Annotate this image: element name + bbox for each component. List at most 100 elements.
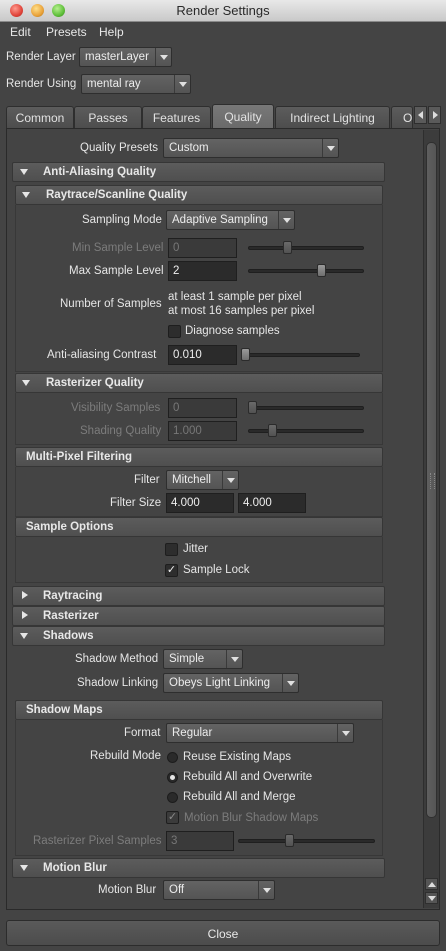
section-shadows[interactable]: Shadows — [12, 626, 385, 646]
sample-lock-label: Sample Lock — [183, 564, 250, 576]
close-button[interactable]: Close — [6, 920, 440, 946]
quality-presets-dropdown[interactable]: Custom — [163, 138, 339, 158]
diagnose-samples-label: Diagnose samples — [185, 325, 280, 337]
min-sample-level-slider[interactable] — [248, 246, 364, 250]
section-title: Sample Options — [26, 521, 114, 533]
collapse-arrow-icon — [20, 865, 28, 871]
tab-scroll-right-icon[interactable] — [428, 106, 441, 124]
shadow-linking-dropdown[interactable]: Obeys Light Linking — [163, 673, 299, 693]
format-value: Regular — [172, 727, 213, 739]
section-raytrace-scanline-quality[interactable]: Raytrace/Scanline Quality — [15, 185, 383, 205]
tab-passes[interactable]: Passes — [74, 106, 142, 128]
window-title: Render Settings — [176, 3, 270, 18]
section-sample-options: Sample Options — [15, 517, 383, 537]
menu-help[interactable]: Help — [99, 25, 124, 39]
diagnose-samples-checkbox[interactable] — [168, 325, 181, 338]
scroll-down-icon[interactable] — [425, 892, 438, 904]
number-of-samples-min-text: at least 1 sample per pixel — [168, 291, 302, 303]
sampling-mode-dropdown[interactable]: Adaptive Sampling — [166, 210, 295, 230]
section-title: Rasterizer Quality — [46, 377, 144, 389]
section-motion-blur[interactable]: Motion Blur — [12, 858, 385, 878]
shadow-method-label: Shadow Method — [75, 653, 159, 665]
number-of-samples-label: Number of Samples — [60, 298, 162, 310]
max-sample-level-field[interactable]: 2 — [168, 261, 237, 281]
tab-indirect-lighting[interactable]: Indirect Lighting — [275, 106, 390, 128]
filter-size-y-field[interactable]: 4.000 — [238, 493, 306, 513]
rebuild-mode-merge-label: Rebuild All and Merge — [183, 791, 296, 803]
format-label: Format — [124, 727, 161, 739]
render-using-label: Render Using — [6, 78, 77, 90]
min-sample-level-field[interactable]: 0 — [168, 238, 237, 258]
max-sample-level-slider-handle[interactable] — [317, 264, 326, 277]
max-sample-level-slider[interactable] — [248, 269, 364, 273]
rebuild-mode-reuse-radio[interactable] — [167, 752, 178, 763]
tab-common[interactable]: Common — [6, 106, 74, 128]
render-using-value: mental ray — [87, 78, 141, 90]
aa-contrast-field[interactable]: 0.010 — [168, 345, 237, 365]
motion-blur-shadow-maps-checkbox[interactable]: ✓ — [166, 811, 179, 824]
section-raytracing[interactable]: Raytracing — [12, 586, 385, 606]
render-layer-dropdown[interactable]: masterLayer — [79, 47, 172, 67]
section-title: Anti-Aliasing Quality — [43, 166, 157, 178]
visibility-samples-label: Visibility Samples — [71, 402, 161, 414]
tab-features[interactable]: Features — [142, 106, 211, 128]
tab-strip: Common Passes Features Quality Indirect … — [0, 104, 446, 128]
format-dropdown[interactable]: Regular — [166, 723, 354, 743]
shading-quality-slider-handle[interactable] — [268, 424, 277, 437]
rasterizer-pixel-samples-field[interactable]: 3 — [166, 831, 234, 851]
section-rasterizer-quality[interactable]: Rasterizer Quality — [15, 373, 383, 393]
section-title: Raytrace/Scanline Quality — [46, 189, 188, 201]
motion-blur-shadow-maps-label: Motion Blur Shadow Maps — [184, 812, 319, 824]
chevron-down-icon — [174, 75, 190, 93]
rasterizer-pixel-samples-slider-handle[interactable] — [285, 834, 294, 847]
min-sample-level-slider-handle[interactable] — [283, 241, 292, 254]
tab-scroll-left-icon[interactable] — [414, 106, 427, 124]
section-shadow-maps: Shadow Maps — [15, 700, 383, 720]
sample-lock-checkbox[interactable]: ✓ — [165, 564, 178, 577]
section-title: Shadow Maps — [26, 704, 103, 716]
rebuild-mode-reuse-label: Reuse Existing Maps — [183, 751, 292, 763]
shadow-linking-label: Shadow Linking — [77, 677, 159, 689]
visibility-samples-slider-handle[interactable] — [248, 401, 257, 414]
max-sample-level-label: Max Sample Level — [69, 265, 164, 277]
render-layer-label: Render Layer — [6, 51, 76, 63]
shading-quality-label: Shading Quality — [80, 425, 162, 437]
vertical-scrollbar[interactable] — [423, 130, 439, 908]
section-anti-aliasing-quality[interactable]: Anti-Aliasing Quality — [12, 162, 385, 182]
quality-presets-value: Custom — [169, 142, 209, 154]
motion-blur-value: Off — [169, 884, 185, 896]
shadow-method-dropdown[interactable]: Simple — [163, 649, 243, 669]
chevron-down-icon — [322, 139, 338, 157]
scroll-up-icon[interactable] — [425, 878, 438, 890]
shading-quality-field[interactable]: 1.000 — [168, 421, 237, 441]
tab-options[interactable]: O — [391, 106, 413, 128]
visibility-samples-slider[interactable] — [248, 406, 364, 410]
scrollbar-thumb[interactable] — [426, 142, 437, 818]
collapse-arrow-icon — [22, 380, 30, 386]
tab-quality[interactable]: Quality — [212, 104, 274, 128]
rasterizer-pixel-samples-slider[interactable] — [238, 839, 375, 843]
collapse-arrow-icon — [20, 169, 28, 175]
shadow-method-value: Simple — [169, 653, 205, 665]
filter-dropdown[interactable]: Mitchell — [166, 470, 239, 490]
menubar: Edit Presets Help — [0, 22, 446, 42]
render-using-dropdown[interactable]: mental ray — [81, 74, 191, 94]
motion-blur-dropdown[interactable]: Off — [163, 880, 275, 900]
jitter-checkbox[interactable] — [165, 543, 178, 556]
aa-contrast-slider-handle[interactable] — [241, 348, 250, 361]
visibility-samples-field[interactable]: 0 — [168, 398, 237, 418]
expand-arrow-icon — [22, 611, 28, 619]
chevron-down-icon — [155, 48, 171, 66]
filter-size-x-field[interactable]: 4.000 — [166, 493, 234, 513]
menu-edit[interactable]: Edit — [10, 25, 31, 39]
section-rasterizer[interactable]: Rasterizer — [12, 606, 385, 626]
aa-contrast-slider[interactable] — [241, 353, 360, 357]
shading-quality-slider[interactable] — [248, 429, 364, 433]
rebuild-mode-overwrite-radio[interactable] — [167, 772, 178, 783]
menu-presets[interactable]: Presets — [46, 25, 87, 39]
aa-contrast-label: Anti-aliasing Contrast — [47, 349, 157, 361]
rebuild-mode-merge-radio[interactable] — [167, 792, 178, 803]
section-title: Motion Blur — [43, 862, 107, 874]
expand-arrow-icon — [22, 591, 28, 599]
section-title: Shadows — [43, 630, 94, 642]
